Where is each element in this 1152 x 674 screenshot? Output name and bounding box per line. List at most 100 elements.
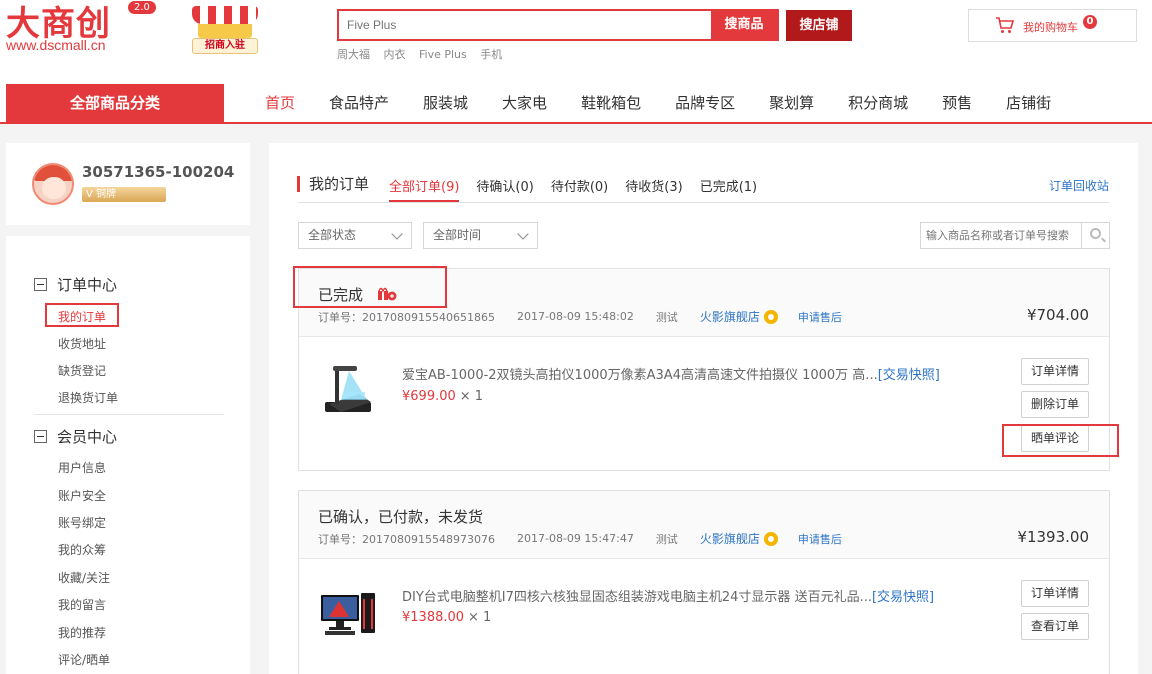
cart-count-badge: 0 [1083, 15, 1097, 29]
menu-head-member-center[interactable]: 会员中心 [34, 426, 117, 447]
delete-order-button[interactable]: 删除订单 [1021, 391, 1089, 418]
order-tag: 测试 [655, 532, 678, 546]
collapse-icon [34, 278, 47, 291]
nav-items: 首页 食品特产 服装城 大家电 鞋靴箱包 品牌专区 聚划算 积分商城 预售 店铺… [248, 84, 1068, 122]
user-rank-badge: V 铜牌 [82, 187, 166, 202]
nav-item-group-buy[interactable]: 聚划算 [752, 84, 831, 122]
tab-completed[interactable]: 已完成(1) [700, 176, 757, 202]
status-filter-value: 全部状态 [308, 228, 357, 242]
nav-item-shop-street[interactable]: 店铺街 [989, 84, 1068, 122]
nav-item-clothing[interactable]: 服装城 [406, 84, 485, 122]
tab-to-confirm[interactable]: 待确认(0) [476, 176, 533, 202]
nav-item-presale[interactable]: 预售 [925, 84, 989, 122]
order-datetime: 2017-08-09 15:48:02 [516, 310, 634, 323]
user-card: 30571365-100204 V 铜牌 [6, 143, 250, 225]
order-number: 订单号：2017080915548973076 [318, 532, 495, 546]
quantity: × 1 [468, 610, 492, 625]
hot-word[interactable]: 周大福 [337, 48, 370, 61]
shop-link[interactable]: 火影旗舰店 [700, 530, 760, 547]
order-header: 已确认，已付款，未发货 订单号：2017080915548973076 2017… [299, 491, 1109, 559]
trade-snapshot-link[interactable]: [交易快照] [872, 590, 934, 605]
menu-head-label: 订单中心 [57, 276, 118, 294]
product-name: DIY台式电脑整机I7四核六核独显固态组装游戏电脑主机24寸显示器 送百元礼品.… [402, 590, 872, 605]
search-bar: 搜商品 [337, 9, 779, 41]
nav-item-shoes-bags[interactable]: 鞋靴箱包 [564, 84, 658, 122]
order-datetime: 2017-08-09 15:47:47 [516, 532, 634, 545]
order-detail-button[interactable]: 订单详情 [1021, 358, 1089, 385]
sidebar-item-stockout[interactable]: 缺货登记 [58, 362, 106, 379]
menu-head-order-center[interactable]: 订单中心 [34, 274, 117, 295]
after-sale-link[interactable]: 申请售后 [798, 309, 842, 325]
time-filter-select[interactable]: 全部时间 [423, 222, 538, 249]
order-recycle-bin-link[interactable]: 订单回收站 [1049, 177, 1109, 194]
highlight-box [1002, 424, 1119, 457]
sidebar-item-favorites[interactable]: 收藏/关注 [58, 569, 110, 586]
nav-item-brands[interactable]: 品牌专区 [658, 84, 752, 122]
sidebar-item-crowdfunding[interactable]: 我的众筹 [58, 541, 106, 558]
hot-word[interactable]: Five Plus [419, 48, 467, 61]
cart-button[interactable]: 我的购物车 0 [968, 9, 1137, 42]
search-input[interactable] [339, 11, 711, 39]
search-products-button[interactable]: 搜商品 [711, 11, 777, 39]
view-order-button[interactable]: 查看订单 [1021, 613, 1089, 640]
highlight-box [293, 266, 447, 308]
sidebar-item-returns[interactable]: 退换货订单 [58, 389, 118, 406]
search-shops-button[interactable]: 搜店铺 [786, 10, 852, 41]
sidebar-item-user-info[interactable]: 用户信息 [58, 459, 106, 476]
order-status: 已确认，已付款，未发货 [318, 506, 483, 527]
sidebar-item-reviews[interactable]: 评论/晒单 [58, 651, 110, 668]
product-price: ¥699.00 × 1 [402, 389, 483, 404]
tab-to-receive[interactable]: 待收货(3) [625, 176, 682, 202]
divider [34, 414, 224, 415]
all-categories-button[interactable]: 全部商品分类 [6, 84, 224, 122]
main-panel: 我的订单 全部订单(9) 待确认(0) 待付款(0) 待收货(3) 已完成(1)… [269, 143, 1138, 674]
product-title[interactable]: DIY台式电脑整机I7四核六核独显固态组装游戏电脑主机24寸显示器 送百元礼品.… [402, 586, 934, 605]
nav-item-points-mall[interactable]: 积分商城 [831, 84, 925, 122]
sidebar-item-address[interactable]: 收货地址 [58, 335, 106, 352]
order-tag: 测试 [655, 310, 678, 324]
divider [298, 202, 1109, 203]
order-search-input[interactable] [921, 223, 1081, 248]
shop-link[interactable]: 火影旗舰店 [700, 308, 760, 325]
trade-snapshot-link[interactable]: [交易快照] [878, 368, 940, 383]
tab-to-pay[interactable]: 待付款(0) [551, 176, 608, 202]
shop-front-icon [198, 24, 252, 38]
quantity: × 1 [459, 389, 484, 404]
sidebar-item-referrals[interactable]: 我的推荐 [58, 624, 106, 641]
merchant-join-label: 招商入驻 [192, 38, 258, 54]
tab-all-orders[interactable]: 全部订单(9) [389, 176, 460, 202]
after-sale-link[interactable]: 申请售后 [798, 531, 842, 547]
avatar[interactable] [32, 163, 74, 205]
shop-chat-icon[interactable] [763, 309, 778, 324]
nav-item-appliances[interactable]: 大家电 [485, 84, 564, 122]
cart-label: 我的购物车 [1023, 21, 1078, 34]
hot-word[interactable]: 手机 [480, 48, 502, 61]
order-detail-button[interactable]: 订单详情 [1021, 580, 1089, 607]
user-name: 30571365-100204 [82, 163, 235, 181]
order-status-text: 已确认，已付款，未发货 [318, 508, 484, 526]
nav-item-food[interactable]: 食品特产 [312, 84, 406, 122]
product-image-computer[interactable] [319, 587, 379, 639]
status-filter-select[interactable]: 全部状态 [298, 222, 412, 249]
product-image-scanner[interactable] [319, 364, 379, 416]
order-number: 订单号：2017080915540651865 [318, 310, 495, 324]
hot-word[interactable]: 内衣 [384, 48, 406, 61]
order-card: 已确认，已付款，未发货 订单号：2017080915548973076 2017… [298, 490, 1110, 674]
product-price: ¥1388.00 × 1 [402, 610, 491, 625]
nav-item-home[interactable]: 首页 [248, 84, 312, 122]
shop-chat-icon[interactable] [763, 531, 778, 546]
product-title[interactable]: 爱宝AB-1000-2双镜头高拍仪1000万像素A3A4高清高速文件拍摄仪 10… [402, 364, 940, 383]
sidebar-item-account-binding[interactable]: 账号绑定 [58, 514, 106, 531]
sidebar-item-account-security[interactable]: 账户安全 [58, 487, 106, 504]
page-title: 我的订单 [297, 176, 369, 192]
header: 大商创 2.0 www.dscmall.cn 招商入驻 搜商品 搜店铺 周大福 … [0, 0, 1152, 84]
sidebar-item-messages[interactable]: 我的留言 [58, 596, 106, 613]
order-tabs: 全部订单(9) 待确认(0) 待付款(0) 待收货(3) 已完成(1) [389, 176, 774, 202]
avatar-face [42, 177, 66, 199]
site-logo[interactable]: 大商创 2.0 www.dscmall.cn [6, 0, 166, 60]
merchant-join-banner[interactable]: 招商入驻 [188, 2, 262, 58]
order-meta: 订单号：2017080915540651865 2017-08-09 15:48… [318, 308, 842, 325]
product-name: 爱宝AB-1000-2双镜头高拍仪1000万像素A3A4高清高速文件拍摄仪 10… [402, 368, 878, 383]
order-search-button[interactable] [1081, 223, 1109, 248]
order-meta: 订单号：2017080915548973076 2017-08-09 15:47… [318, 530, 842, 547]
